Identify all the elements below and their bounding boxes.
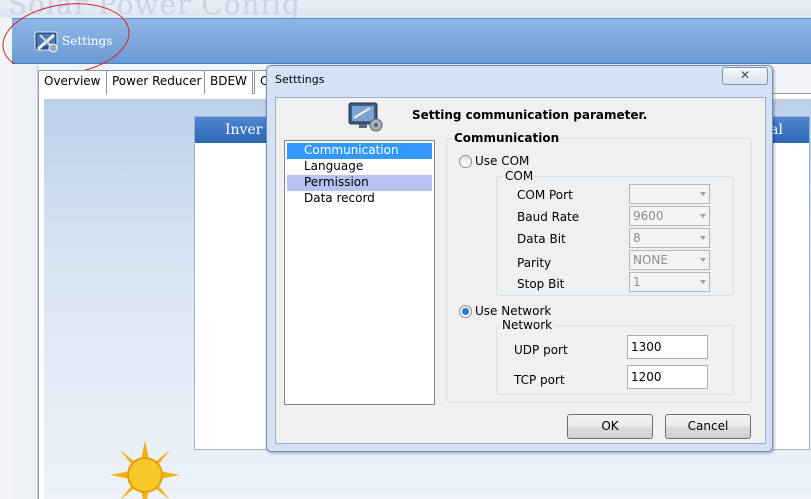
stop-bit-value: 1 <box>633 275 641 289</box>
left-strip <box>12 64 38 499</box>
inverter-title: Inver <box>225 122 263 138</box>
nav-item-communication[interactable]: Communication <box>287 143 432 159</box>
baud-rate-label: Baud Rate <box>517 210 580 224</box>
dialog-title: Setttings <box>275 73 325 86</box>
app-ribbon: Settings <box>12 18 811 64</box>
cancel-button-label: Cancel <box>687 419 729 433</box>
chevron-down-icon <box>700 192 706 196</box>
use-network-radio[interactable] <box>459 305 472 318</box>
chevron-down-icon <box>700 280 706 284</box>
parity-select[interactable]: NONE <box>629 250 710 270</box>
close-icon: ✕ <box>739 68 751 82</box>
nav-item-permission[interactable]: Permission <box>287 175 432 191</box>
com-group-title: COM <box>503 169 536 183</box>
cancel-button[interactable]: Cancel <box>665 414 751 439</box>
com-port-label: COM Port <box>517 188 573 202</box>
ok-button[interactable]: OK <box>567 414 653 439</box>
tcp-port-input[interactable] <box>627 365 708 389</box>
parity-value: NONE <box>633 253 668 267</box>
data-bit-value: 8 <box>633 231 641 245</box>
tcp-port-label: TCP port <box>514 373 565 387</box>
baud-rate-select[interactable]: 9600 <box>629 206 710 226</box>
tab-overview[interactable]: Overview <box>38 70 107 95</box>
nav-item-label: Data record <box>304 191 375 205</box>
tab-bdew-label: BDEW <box>210 74 247 88</box>
chevron-down-icon <box>700 258 706 262</box>
tab-bdew[interactable]: BDEW <box>204 70 253 94</box>
data-bit-label: Data Bit <box>517 232 566 246</box>
use-network-label: Use Network <box>475 304 552 318</box>
nav-item-label: Permission <box>304 175 369 189</box>
baud-rate-value: 9600 <box>633 209 664 223</box>
parity-label: Parity <box>517 256 552 270</box>
chevron-down-icon <box>700 236 706 240</box>
nav-item-label: Language <box>304 159 364 173</box>
dialog-body: Setting communication parameter. Communi… <box>275 97 766 444</box>
com-port-select[interactable] <box>629 184 710 204</box>
stop-bit-label: Stop Bit <box>517 277 565 291</box>
use-com-radio[interactable] <box>459 155 472 168</box>
settings-nav-list: Communication Language Permission Data r… <box>284 140 435 405</box>
nav-item-language[interactable]: Language <box>287 159 432 175</box>
ok-button-label: OK <box>601 419 619 433</box>
network-group-title: Network <box>500 318 555 332</box>
chevron-down-icon <box>700 214 706 218</box>
udp-port-input[interactable] <box>627 335 708 359</box>
dialog-header-text: Setting communication parameter. <box>412 108 648 122</box>
nav-item-label: Communication <box>304 143 399 157</box>
communication-group-title: Communication <box>452 131 562 145</box>
udp-port-label: UDP port <box>514 343 568 357</box>
tab-power-reducer[interactable]: Power Reducer <box>106 70 208 94</box>
settings-dialog: Setttings ✕ Setting communication parame… <box>266 65 773 452</box>
use-com-label: Use COM <box>475 154 530 168</box>
sun-icon <box>110 440 180 499</box>
tab-power-reducer-label: Power Reducer <box>112 74 202 88</box>
stop-bit-select[interactable]: 1 <box>629 272 710 292</box>
app-title-bar: Solar Power Config <box>0 0 811 18</box>
dialog-close-button[interactable]: ✕ <box>722 67 768 85</box>
settings-monitor-icon <box>348 102 383 132</box>
nav-item-data-record[interactable]: Data record <box>287 191 432 207</box>
tab-overview-label: Overview <box>44 74 101 88</box>
data-bit-select[interactable]: 8 <box>629 228 710 248</box>
